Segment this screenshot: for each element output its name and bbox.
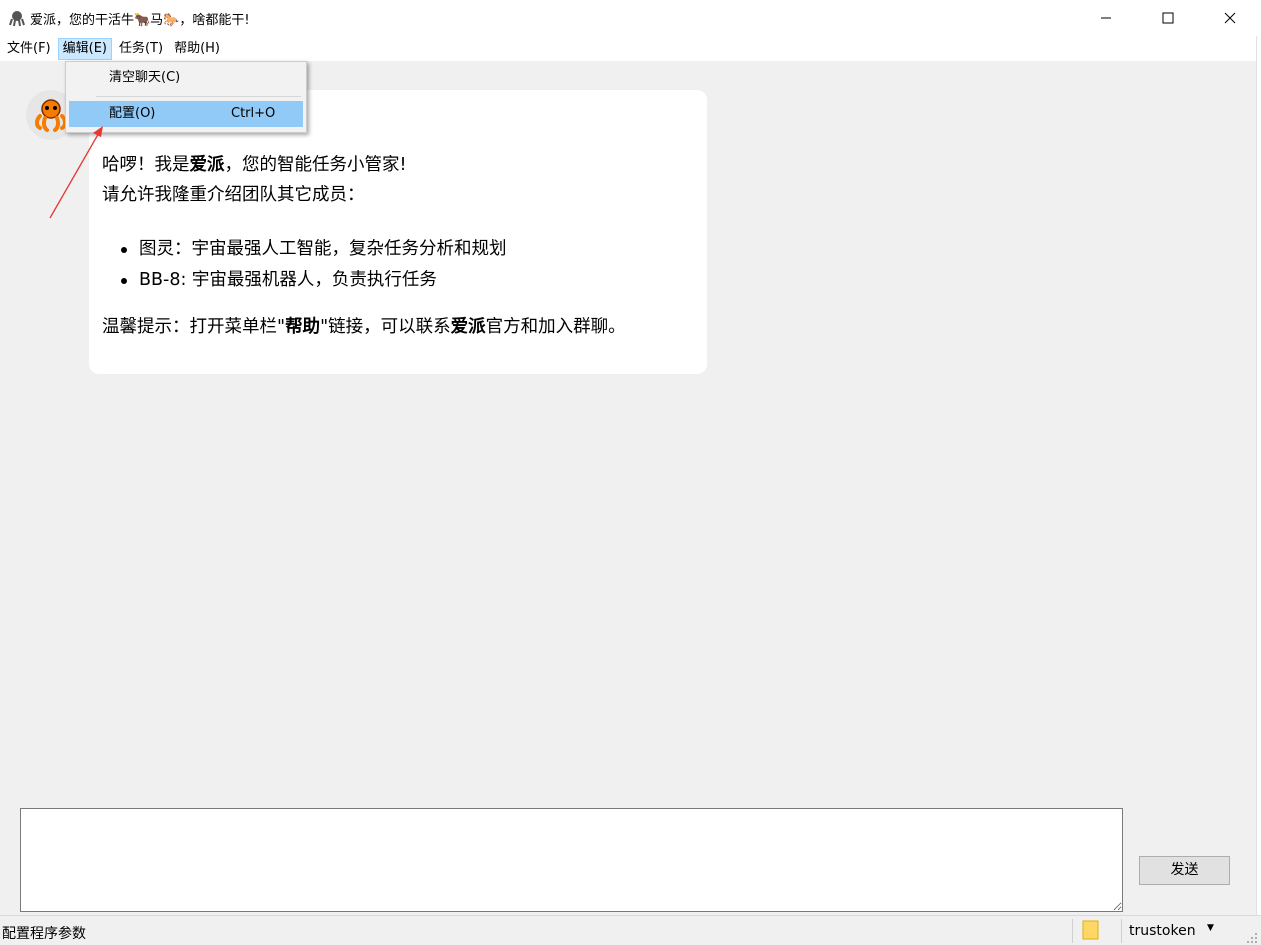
- greeting-line: 哈啰！我是爱派，您的智能任务小管家!: [102, 155, 407, 175]
- chevron-down-icon[interactable]: ▼: [1207, 923, 1214, 933]
- menu-file[interactable]: 文件(F): [3, 38, 55, 60]
- user-selector[interactable]: trustoken: [1129, 923, 1196, 939]
- menu-separator: [96, 96, 301, 97]
- resize-grip-icon[interactable]: [1246, 932, 1258, 944]
- minimize-button[interactable]: [1075, 0, 1137, 36]
- menu-help[interactable]: 帮助(H): [170, 38, 224, 60]
- octopus-app-icon: [9, 11, 25, 27]
- maximize-button[interactable]: [1137, 0, 1199, 36]
- close-icon: [1224, 12, 1236, 24]
- minimize-icon: [1101, 17, 1111, 19]
- send-button[interactable]: 发送: [1139, 856, 1230, 885]
- window-right-edge: [1256, 36, 1261, 916]
- menu-item-config[interactable]: 配置(O) Ctrl+O: [69, 101, 303, 127]
- menu-item-clear-chat[interactable]: 清空聊天(C): [69, 65, 303, 91]
- edit-menu-dropdown: 清空聊天(C) 配置(O) Ctrl+O: [65, 61, 307, 133]
- status-bar: 配置程序参数 trustoken ▼: [0, 915, 1261, 945]
- maximize-icon: [1162, 12, 1174, 24]
- close-button[interactable]: [1199, 0, 1261, 36]
- status-text: 配置程序参数: [2, 926, 86, 942]
- status-divider: [1121, 919, 1122, 943]
- list-item: 图灵：宇宙最强人工智能，复杂任务分析和规划: [119, 234, 507, 265]
- menu-bar: 文件(F) 编辑(E) 任务(T) 帮助(H): [0, 36, 1261, 61]
- menu-task[interactable]: 任务(T): [115, 38, 167, 60]
- member-list: 图灵：宇宙最强人工智能，复杂任务分析和规划 BB-8: 宇宙最强机器人，负责执行…: [119, 234, 507, 296]
- tip-line: 温馨提示：打开菜单栏"帮助"链接，可以联系爱派官方和加入群聊。: [102, 317, 626, 337]
- message-input[interactable]: [20, 808, 1123, 912]
- menu-edit[interactable]: 编辑(E): [57, 37, 112, 60]
- folder-icon[interactable]: [1082, 920, 1100, 940]
- intro-line: 请允许我隆重介绍团队其它成员：: [102, 185, 365, 205]
- list-item: BB-8: 宇宙最强机器人，负责执行任务: [119, 265, 507, 296]
- title-bar: 爱派，您的干活牛🐂马🐎，啥都能干!: [0, 0, 1261, 36]
- status-divider: [1072, 919, 1073, 943]
- window-title: 爱派，您的干活牛🐂马🐎，啥都能干!: [30, 12, 250, 28]
